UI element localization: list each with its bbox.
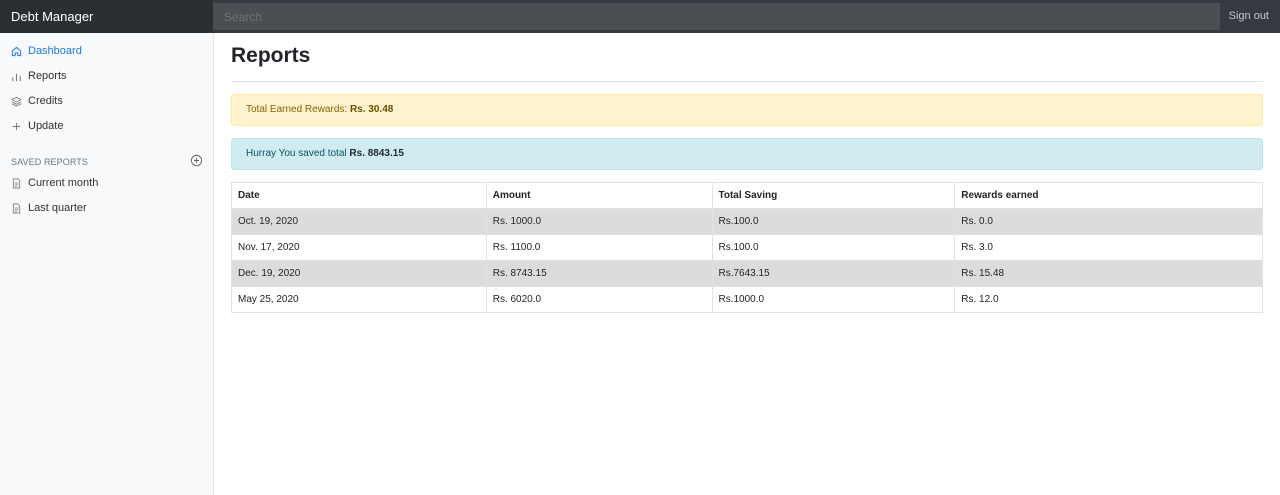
table-cell: Rs.100.0	[711, 208, 956, 235]
plus-icon	[11, 121, 22, 132]
savings-alert: Hurray You saved total Rs. 8843.15	[231, 138, 1263, 170]
table-row: Oct. 19, 2020 Rs. 1000.0 Rs.100.0 Rs. 0.…	[231, 208, 1263, 235]
title-divider	[231, 81, 1263, 82]
table-cell: Rs.1000.0	[711, 286, 956, 313]
table-header-row: Date Amount Total Saving Rewards earned	[231, 182, 1263, 209]
column-header: Rewards earned	[954, 182, 1263, 209]
sidebar-item-label: Update	[28, 120, 64, 132]
file-text-icon	[11, 178, 22, 189]
sidebar-item-label: Reports	[28, 70, 67, 82]
saved-reports-heading: SAVED REPORTS	[11, 157, 88, 167]
page-title: Reports	[231, 44, 311, 67]
rewards-alert: Total Earned Rewards: Rs. 30.48	[231, 94, 1263, 126]
table-cell: Rs. 3.0	[954, 234, 1263, 261]
savings-alert-text: Hurray You saved total	[246, 148, 350, 159]
saved-report-label: Last quarter	[28, 202, 87, 214]
table-cell: Nov. 17, 2020	[231, 234, 487, 261]
home-icon	[11, 46, 22, 57]
rewards-alert-text: Total Earned Rewards:	[246, 104, 350, 115]
column-header: Amount	[485, 182, 713, 209]
table-cell: Rs.100.0	[711, 234, 956, 261]
table-cell: Rs. 12.0	[954, 286, 1263, 313]
table-cell: Rs.7643.15	[711, 260, 956, 287]
column-header: Total Saving	[711, 182, 956, 209]
savings-alert-value: Rs. 8843.15	[349, 148, 404, 159]
table-row: Nov. 17, 2020 Rs. 1100.0 Rs.100.0 Rs. 3.…	[231, 234, 1263, 261]
sidebar-item-label: Dashboard	[28, 45, 82, 57]
bar-chart-icon	[11, 71, 22, 82]
reports-table: Date Amount Total Saving Rewards earned …	[231, 182, 1263, 313]
plus-circle-icon	[190, 154, 203, 171]
rewards-alert-value: Rs. 30.48	[349, 104, 394, 115]
sidebar-item-credits[interactable]: Credits	[11, 92, 63, 110]
table-cell: May 25, 2020	[231, 286, 487, 313]
sidebar-item-label: Credits	[28, 95, 63, 107]
table-cell: Rs. 0.0	[954, 208, 1263, 235]
top-navbar: Debt Manager Sign out	[0, 0, 1280, 33]
table-cell: Dec. 19, 2020	[231, 260, 487, 287]
search-input[interactable]	[213, 3, 1220, 30]
sidebar-item-dashboard[interactable]: Dashboard	[11, 42, 82, 60]
sign-out-link[interactable]: Sign out	[1229, 0, 1269, 33]
table-row: Dec. 19, 2020 Rs. 8743.15 Rs.7643.15 Rs.…	[231, 260, 1263, 287]
saved-report-label: Current month	[28, 177, 99, 189]
table-cell: Rs. 15.48	[954, 260, 1263, 287]
sidebar-item-update[interactable]: Update	[11, 117, 63, 135]
layers-icon	[11, 96, 22, 107]
table-cell: Rs. 8743.15	[485, 260, 713, 287]
column-header: Date	[231, 182, 487, 209]
table-cell: Rs. 1000.0	[485, 208, 713, 235]
table-cell: Rs. 6020.0	[485, 286, 713, 313]
saved-report-last-quarter[interactable]: Last quarter	[11, 199, 87, 217]
brand-title[interactable]: Debt Manager	[0, 0, 213, 33]
sidebar-item-reports[interactable]: Reports	[11, 67, 67, 85]
saved-report-current-month[interactable]: Current month	[11, 174, 98, 192]
add-saved-report-button[interactable]	[190, 154, 203, 167]
sidebar: Dashboard Reports Credits Update SAVED R…	[0, 33, 214, 495]
table-row: May 25, 2020 Rs. 6020.0 Rs.1000.0 Rs. 12…	[231, 286, 1263, 313]
table-cell: Rs. 1100.0	[485, 234, 713, 261]
table-cell: Oct. 19, 2020	[231, 208, 487, 235]
file-text-icon	[11, 203, 22, 214]
